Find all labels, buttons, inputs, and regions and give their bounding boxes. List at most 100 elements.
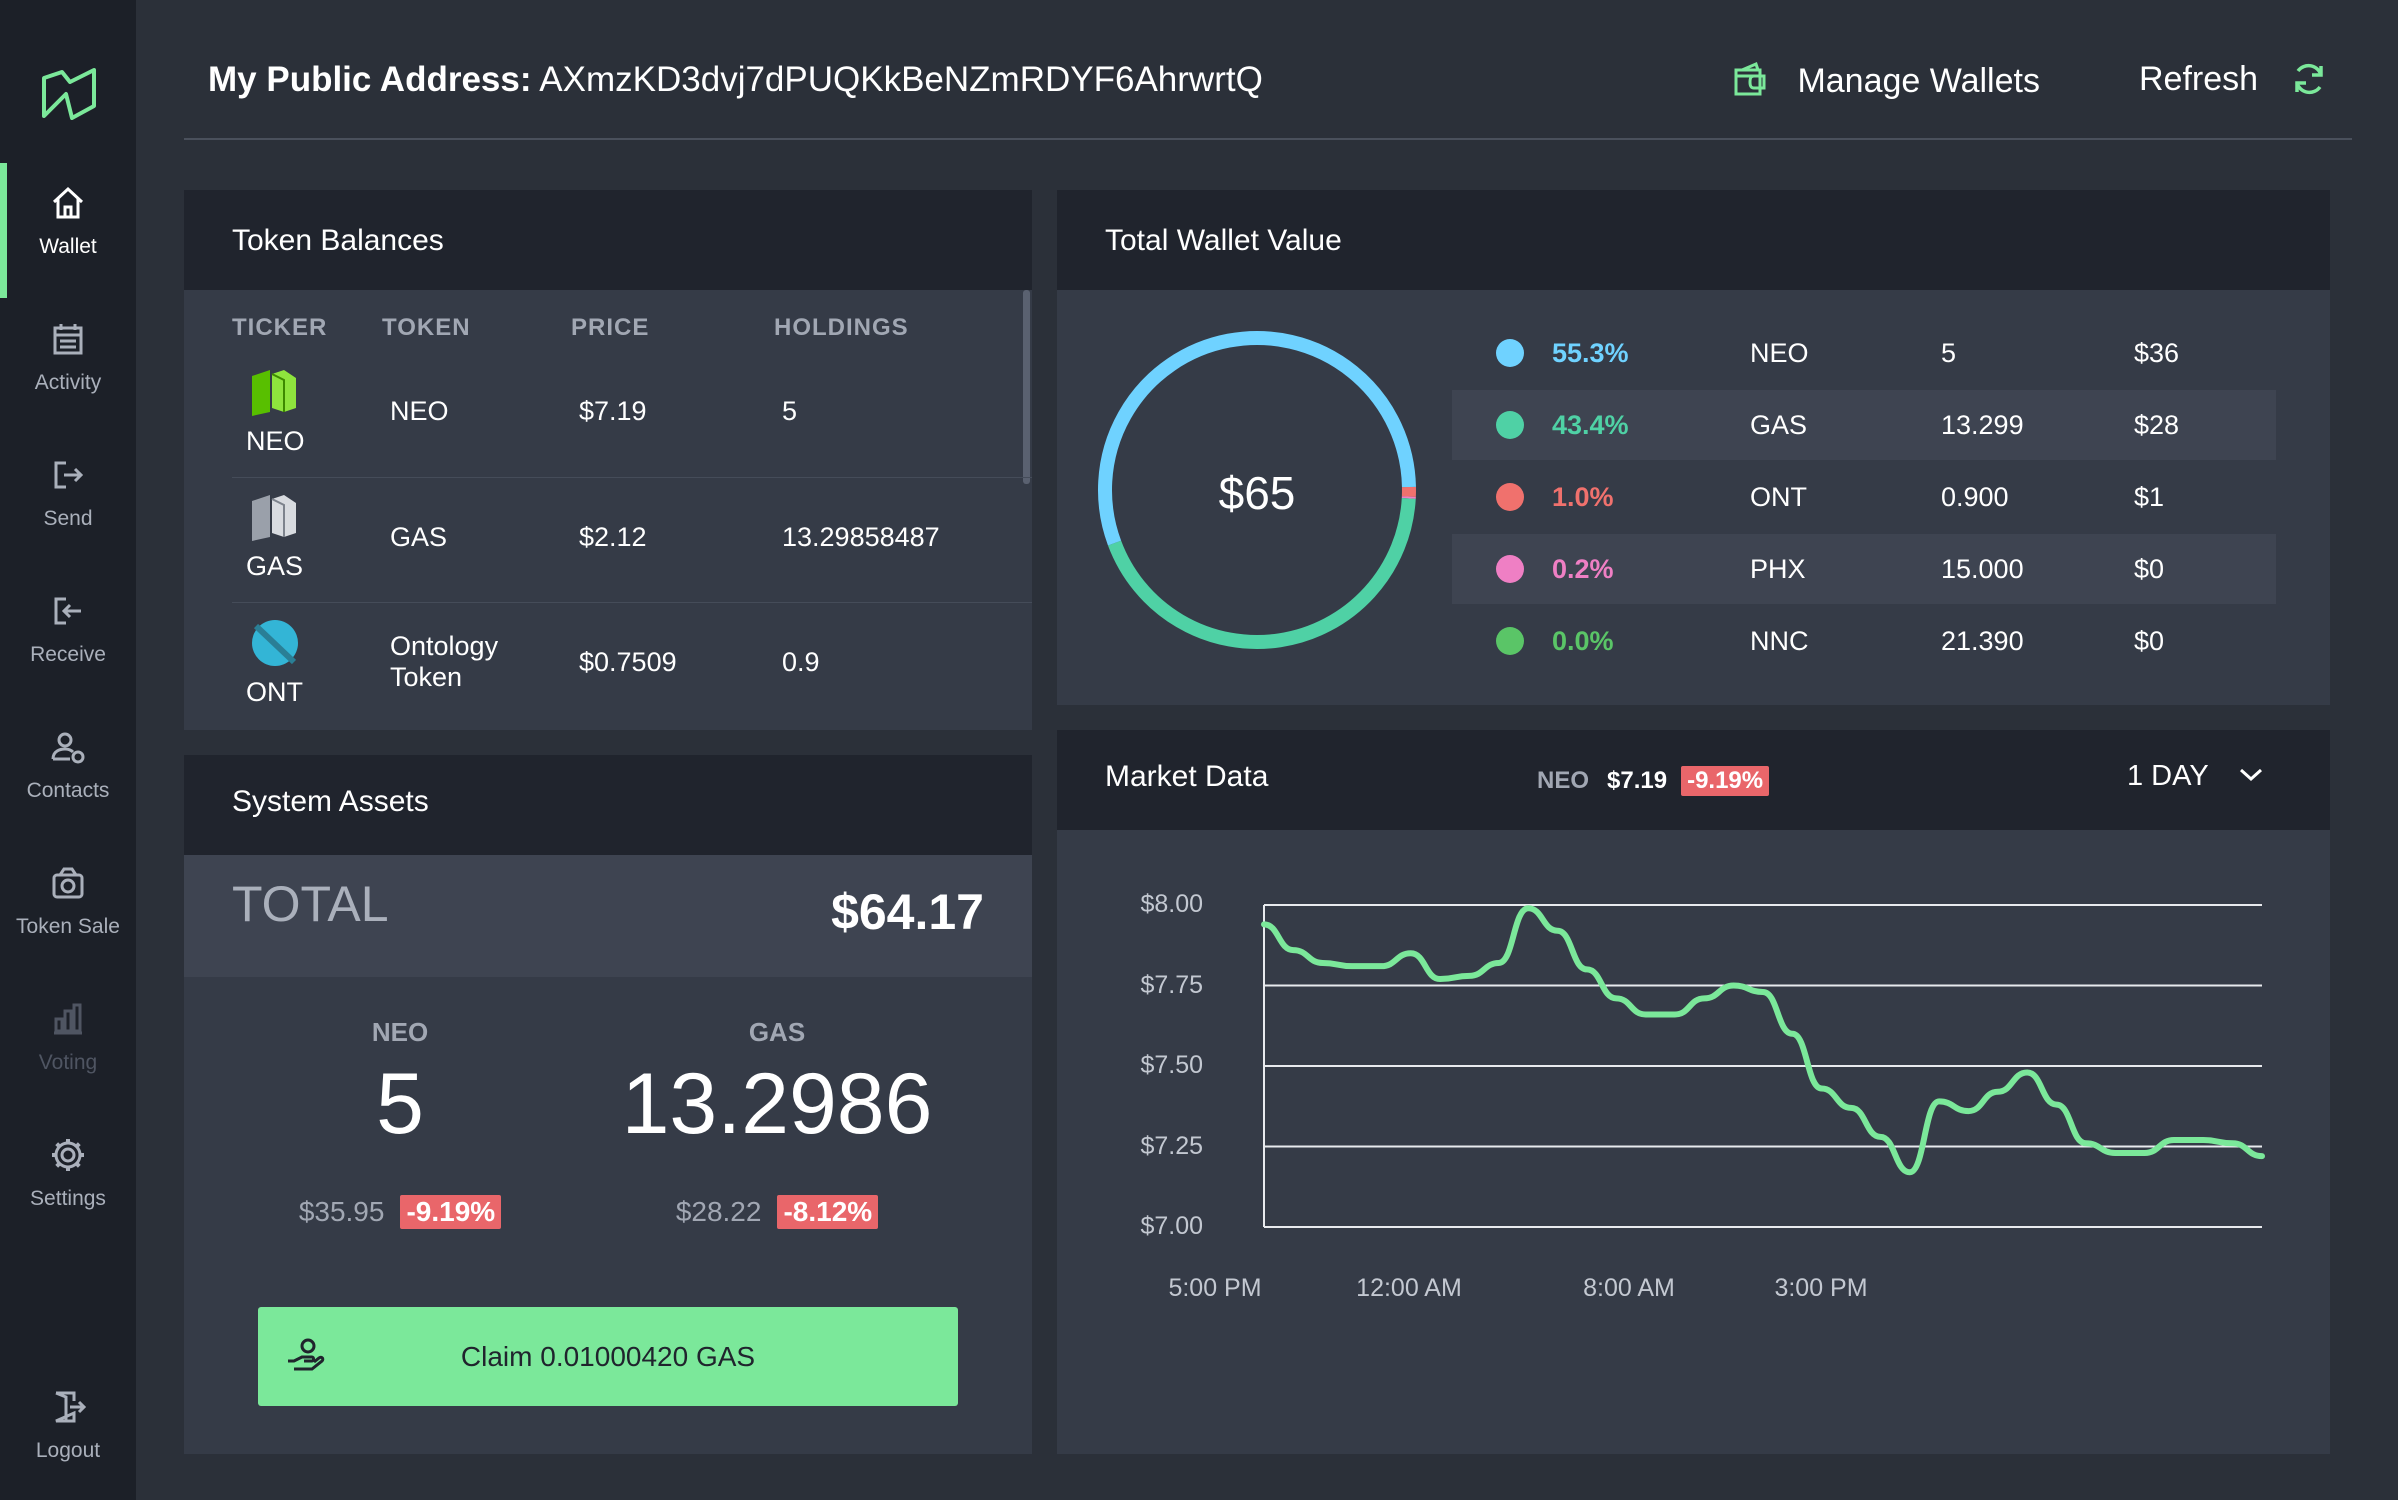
neon-logo-icon: [40, 66, 98, 127]
sidebar-item-label: Voting: [38, 1051, 98, 1074]
change-badge: -9.19%: [1681, 766, 1770, 796]
legend-amount: 15.000: [1941, 554, 2024, 584]
header-divider: [184, 138, 2352, 140]
refresh-icon: [2294, 63, 2323, 95]
claim-gas-button[interactable]: Claim 0.01000420 GAS: [258, 1307, 958, 1406]
legend-pct: 0.2%: [1552, 554, 1614, 584]
x-tick-label: 3:00 PM: [1774, 1274, 1868, 1302]
row-divider: [232, 602, 1032, 603]
legend-symbol: NNC: [1750, 626, 1809, 656]
sidebar-item-token-sale[interactable]: Token Sale: [0, 843, 136, 963]
token-price: $7.19: [579, 396, 647, 426]
legend-row[interactable]: 0.2% PHX 15.000 $0: [1452, 534, 2276, 604]
legend-dot: [1496, 555, 1524, 583]
sidebar-item-label: Activity: [34, 371, 102, 394]
panel-title: Total Wallet Value: [1105, 224, 1342, 257]
panel-header: System Assets: [184, 755, 1032, 855]
asset-value-row: $28.22 -8.12%: [657, 1195, 897, 1229]
sidebar-item-logout[interactable]: Logout: [0, 1367, 136, 1487]
voting-icon: [54, 1003, 82, 1035]
sidebar: Wallet Activity Send Receive Contacts To…: [0, 0, 136, 1500]
price-line-chart: [1261, 904, 2265, 1228]
legend-pct: 43.4%: [1552, 410, 1629, 440]
legend-amount: 21.390: [1941, 626, 2024, 656]
legend-row[interactable]: 0.0% NNC 21.390 $0: [1452, 606, 2276, 676]
public-address: My Public Address: AXmzKD3dvj7dPUQKkBeNZ…: [208, 60, 1263, 100]
column-header: HOLDINGS: [774, 314, 909, 341]
asset-label: NEO: [371, 1017, 429, 1047]
refresh-label: Refresh: [2139, 60, 2259, 98]
token-holdings: 13.29858487: [782, 522, 940, 552]
x-tick-label: 12:00 AM: [1356, 1274, 1462, 1302]
y-tick-label: $7.75: [1140, 970, 1203, 999]
send-icon: [54, 461, 84, 489]
legend-row[interactable]: 43.4% GAS 13.299 $28: [1452, 390, 2276, 460]
column-header: TOKEN: [382, 314, 471, 341]
manage-wallets-label: Manage Wallets: [1797, 62, 2040, 100]
asset-amount: 13.2986: [621, 1056, 933, 1152]
panel-header: Total Wallet Value: [1057, 190, 2330, 290]
contacts-icon: [51, 732, 85, 764]
asset-label: GAS: [748, 1017, 806, 1047]
token-sale-icon: [52, 867, 84, 899]
receive-icon: [54, 597, 81, 625]
ticker-label: NEO: [246, 426, 305, 456]
token-price: $0.7509: [579, 647, 677, 677]
home-icon: [52, 186, 84, 219]
sidebar-item-label: Settings: [30, 1187, 106, 1210]
donut-center-value: $65: [1218, 467, 1296, 519]
range-select[interactable]: 1 DAY: [2127, 760, 2264, 793]
legend-symbol: PHX: [1750, 554, 1806, 584]
total-label: TOTAL: [232, 876, 389, 932]
legend-symbol: NEO: [1750, 338, 1809, 368]
legend-row[interactable]: 1.0% ONT 0.900 $1: [1452, 462, 2276, 532]
public-address-value[interactable]: AXmzKD3dvj7dPUQKkBeNZmRDYF6AhrwrtQ: [539, 60, 1263, 99]
y-tick-label: $7.00: [1140, 1212, 1203, 1240]
market-price: $7.19: [1607, 767, 1668, 794]
sidebar-item-receive[interactable]: Receive: [0, 571, 136, 691]
price-series-line: [1261, 905, 2265, 1176]
sidebar-item-contacts[interactable]: Contacts: [0, 707, 136, 827]
legend-dot: [1496, 339, 1524, 367]
refresh-button[interactable]: Refresh: [2139, 60, 2328, 99]
legend-pct: 55.3%: [1552, 338, 1629, 368]
legend-amount: 5: [1941, 338, 1957, 368]
token-balances-panel: Token Balances TICKER TOKEN PRICE HOLDIN…: [184, 190, 1032, 730]
claim-label: Claim 0.01000420 GAS: [460, 1341, 756, 1372]
panel-title: Market Data: [1105, 760, 1269, 793]
sidebar-item-send[interactable]: Send: [0, 435, 136, 555]
token-holdings: 5: [782, 396, 798, 426]
sidebar-item-wallet[interactable]: Wallet: [0, 163, 136, 298]
legend-value: $0: [2134, 626, 2165, 656]
sidebar-item-label: Receive: [30, 643, 106, 666]
sidebar-item-label: Wallet: [39, 235, 97, 258]
sidebar-item-settings[interactable]: Settings: [0, 1115, 136, 1235]
x-tick-label: 8:00 AM: [1583, 1274, 1675, 1302]
legend-value: $28: [2134, 410, 2180, 440]
legend-pct: 1.0%: [1552, 482, 1614, 512]
legend-value: $1: [2134, 482, 2165, 512]
panel-header: Token Balances: [184, 190, 1032, 290]
legend-row[interactable]: 55.3% NEO 5 $36: [1452, 318, 2276, 388]
asset-value: $35.95: [298, 1196, 385, 1227]
wallet-icon: [1734, 61, 1766, 96]
legend-dot: [1496, 411, 1524, 439]
y-tick-label: $8.00: [1140, 890, 1203, 918]
column-header: TICKER: [232, 314, 328, 341]
panel-title: System Assets: [232, 785, 429, 818]
manage-wallets-button[interactable]: Manage Wallets: [1730, 60, 2040, 101]
legend-dot: [1496, 627, 1524, 655]
y-tick-label: $7.50: [1140, 1051, 1203, 1079]
legend-value: $0: [2134, 554, 2165, 584]
panel-title: Token Balances: [232, 224, 444, 257]
change-badge: -9.19%: [400, 1195, 502, 1229]
scrollbar[interactable]: [1023, 290, 1030, 484]
legend-symbol: GAS: [1750, 410, 1808, 440]
system-assets-panel: System Assets TOTAL $64.17 NEO 5 $35.95-…: [184, 755, 1032, 1454]
legend-pct: 0.0%: [1552, 626, 1614, 656]
sidebar-item-activity[interactable]: Activity: [0, 299, 136, 419]
asset-value: $28.22: [675, 1196, 762, 1227]
logout-icon: [55, 1391, 87, 1423]
x-tick-label: 5:00 PM: [1168, 1274, 1262, 1302]
column-header: PRICE: [571, 314, 650, 341]
